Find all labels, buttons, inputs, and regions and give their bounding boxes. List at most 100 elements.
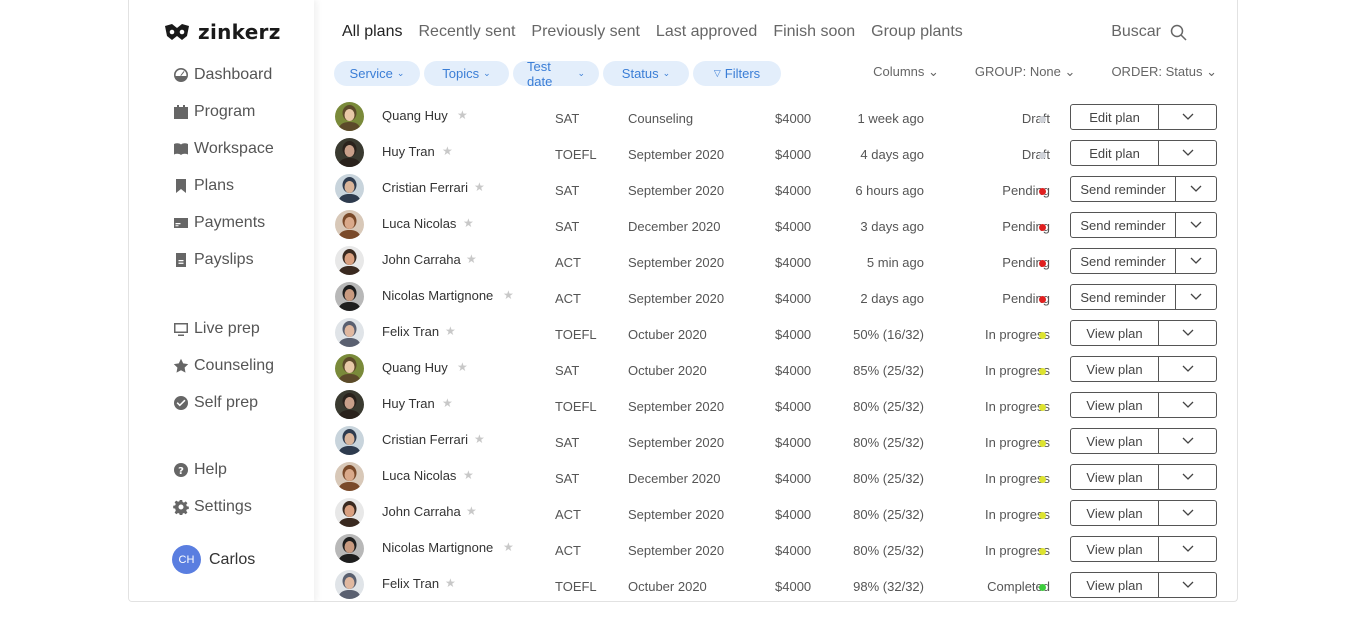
user-profile[interactable]: CH Carlos bbox=[172, 545, 255, 574]
student-name[interactable]: Huy Tran bbox=[382, 144, 435, 159]
row-action-button[interactable]: View plan bbox=[1071, 501, 1159, 525]
filters-button[interactable]: ▽ Filters bbox=[693, 61, 781, 86]
star-icon[interactable]: ★ bbox=[457, 360, 468, 374]
star-icon[interactable]: ★ bbox=[445, 576, 456, 590]
sidebar-item-live-prep[interactable]: Live prep bbox=[172, 310, 274, 347]
plan-price: $4000 bbox=[775, 219, 812, 234]
dropdown-toggle[interactable] bbox=[1159, 321, 1216, 345]
plan-price: $4000 bbox=[775, 255, 812, 270]
star-icon[interactable]: ★ bbox=[466, 504, 477, 518]
student-name[interactable]: Huy Tran bbox=[382, 396, 435, 411]
student-name[interactable]: Luca Nicolas bbox=[382, 216, 456, 231]
row-action-group: View plan bbox=[1070, 356, 1217, 382]
sidebar-item-label: Self prep bbox=[194, 393, 259, 411]
row-action-button[interactable]: Send reminder bbox=[1071, 177, 1176, 201]
dropdown-toggle[interactable] bbox=[1159, 393, 1216, 417]
student-name[interactable]: John Carraha bbox=[382, 252, 461, 267]
tab-last-approved[interactable]: Last approved bbox=[656, 23, 757, 41]
sidebar-item-workspace[interactable]: Workspace bbox=[172, 130, 274, 167]
status-dot bbox=[1039, 512, 1046, 519]
receipt-icon bbox=[172, 251, 189, 268]
student-name[interactable]: Quang Huy bbox=[382, 108, 448, 123]
test-type: SAT bbox=[555, 219, 580, 234]
group-menu[interactable]: GROUP: None ⌄ bbox=[975, 64, 1076, 80]
row-action-button[interactable]: Edit plan bbox=[1071, 105, 1159, 129]
dropdown-toggle[interactable] bbox=[1159, 501, 1216, 525]
sidebar-item-program[interactable]: Program bbox=[172, 93, 274, 130]
star-icon[interactable]: ★ bbox=[463, 216, 474, 230]
tab-recently-sent[interactable]: Recently sent bbox=[418, 23, 515, 41]
star-icon[interactable]: ★ bbox=[445, 324, 456, 338]
star-icon[interactable]: ★ bbox=[503, 288, 514, 302]
dropdown-toggle[interactable] bbox=[1159, 429, 1216, 453]
student-name[interactable]: Nicolas Martignone bbox=[382, 288, 493, 303]
tab-finish-soon[interactable]: Finish soon bbox=[773, 23, 855, 41]
row-action-button[interactable]: View plan bbox=[1071, 465, 1159, 489]
service-filter[interactable]: Service ⌄ bbox=[334, 61, 420, 86]
row-action-button[interactable]: Send reminder bbox=[1071, 285, 1176, 309]
sidebar-item-label: Program bbox=[194, 102, 256, 120]
dropdown-toggle[interactable] bbox=[1176, 249, 1216, 273]
test-type: SAT bbox=[555, 183, 580, 198]
row-action-button[interactable]: View plan bbox=[1071, 573, 1159, 597]
columns-menu[interactable]: Columns ⌄ bbox=[873, 64, 939, 80]
status-filter[interactable]: Status ⌄ bbox=[603, 61, 689, 86]
star-icon[interactable]: ★ bbox=[466, 252, 477, 266]
topics-filter[interactable]: Topics ⌄ bbox=[424, 61, 509, 86]
sidebar-item-self-prep[interactable]: Self prep bbox=[172, 384, 274, 421]
sidebar-item-payslips[interactable]: Payslips bbox=[172, 241, 274, 278]
tab-previously-sent[interactable]: Previously sent bbox=[531, 23, 640, 41]
sidebar-item-help[interactable]: ? Help bbox=[172, 451, 252, 488]
student-name[interactable]: Felix Tran bbox=[382, 324, 439, 339]
tab-all-plans[interactable]: All plans bbox=[342, 23, 402, 41]
star-icon[interactable]: ★ bbox=[503, 540, 514, 554]
row-action-button[interactable]: Send reminder bbox=[1071, 213, 1176, 237]
star-icon[interactable]: ★ bbox=[474, 180, 485, 194]
row-action-button[interactable]: View plan bbox=[1071, 357, 1159, 381]
student-name[interactable]: Quang Huy bbox=[382, 360, 448, 375]
sidebar-item-label: Live prep bbox=[194, 319, 260, 337]
student-photo bbox=[335, 462, 364, 491]
dropdown-toggle[interactable] bbox=[1176, 177, 1216, 201]
dropdown-toggle[interactable] bbox=[1159, 573, 1216, 597]
student-name[interactable]: Cristian Ferrari bbox=[382, 432, 468, 447]
star-icon[interactable]: ★ bbox=[442, 144, 453, 158]
star-icon[interactable]: ★ bbox=[442, 396, 453, 410]
row-action-button[interactable]: View plan bbox=[1071, 321, 1159, 345]
row-action-button[interactable]: Send reminder bbox=[1071, 249, 1176, 273]
sidebar-item-label: Plans bbox=[194, 176, 235, 194]
star-icon[interactable]: ★ bbox=[457, 108, 468, 122]
logo[interactable]: zinkerz bbox=[164, 20, 281, 44]
chevron-down-icon bbox=[1182, 113, 1193, 120]
star-icon[interactable]: ★ bbox=[474, 432, 485, 446]
row-action-button[interactable]: Edit plan bbox=[1071, 141, 1159, 165]
order-menu[interactable]: ORDER: Status ⌄ bbox=[1111, 64, 1217, 80]
search-button[interactable]: Buscar bbox=[1111, 23, 1187, 41]
dropdown-toggle[interactable] bbox=[1176, 285, 1216, 309]
status-label: In progress bbox=[984, 543, 1050, 558]
dropdown-toggle[interactable] bbox=[1159, 141, 1216, 165]
star-icon bbox=[172, 357, 189, 374]
dropdown-toggle[interactable] bbox=[1159, 537, 1216, 561]
test-date-filter[interactable]: Test date ⌄ bbox=[513, 59, 599, 89]
sidebar-item-payments[interactable]: Payments bbox=[172, 204, 274, 241]
dropdown-toggle[interactable] bbox=[1159, 465, 1216, 489]
dropdown-toggle[interactable] bbox=[1159, 357, 1216, 381]
sidebar-item-settings[interactable]: Settings bbox=[172, 488, 252, 525]
student-name[interactable]: Cristian Ferrari bbox=[382, 180, 468, 195]
sidebar-item-counseling[interactable]: Counseling bbox=[172, 347, 274, 384]
student-name[interactable]: John Carraha bbox=[382, 504, 461, 519]
student-name[interactable]: Nicolas Martignone bbox=[382, 540, 493, 555]
dropdown-toggle[interactable] bbox=[1176, 213, 1216, 237]
row-action-button[interactable]: View plan bbox=[1071, 393, 1159, 417]
student-name[interactable]: Luca Nicolas bbox=[382, 468, 456, 483]
row-action-button[interactable]: View plan bbox=[1071, 537, 1159, 561]
star-icon[interactable]: ★ bbox=[463, 468, 474, 482]
student-name[interactable]: Felix Tran bbox=[382, 576, 439, 591]
sidebar-item-dashboard[interactable]: Dashboard bbox=[172, 56, 274, 93]
sidebar-item-plans[interactable]: Plans bbox=[172, 167, 274, 204]
tab-group-plants[interactable]: Group plants bbox=[871, 23, 963, 41]
row-action-button[interactable]: View plan bbox=[1071, 429, 1159, 453]
dropdown-toggle[interactable] bbox=[1159, 105, 1216, 129]
row-action-group: View plan bbox=[1070, 500, 1217, 526]
